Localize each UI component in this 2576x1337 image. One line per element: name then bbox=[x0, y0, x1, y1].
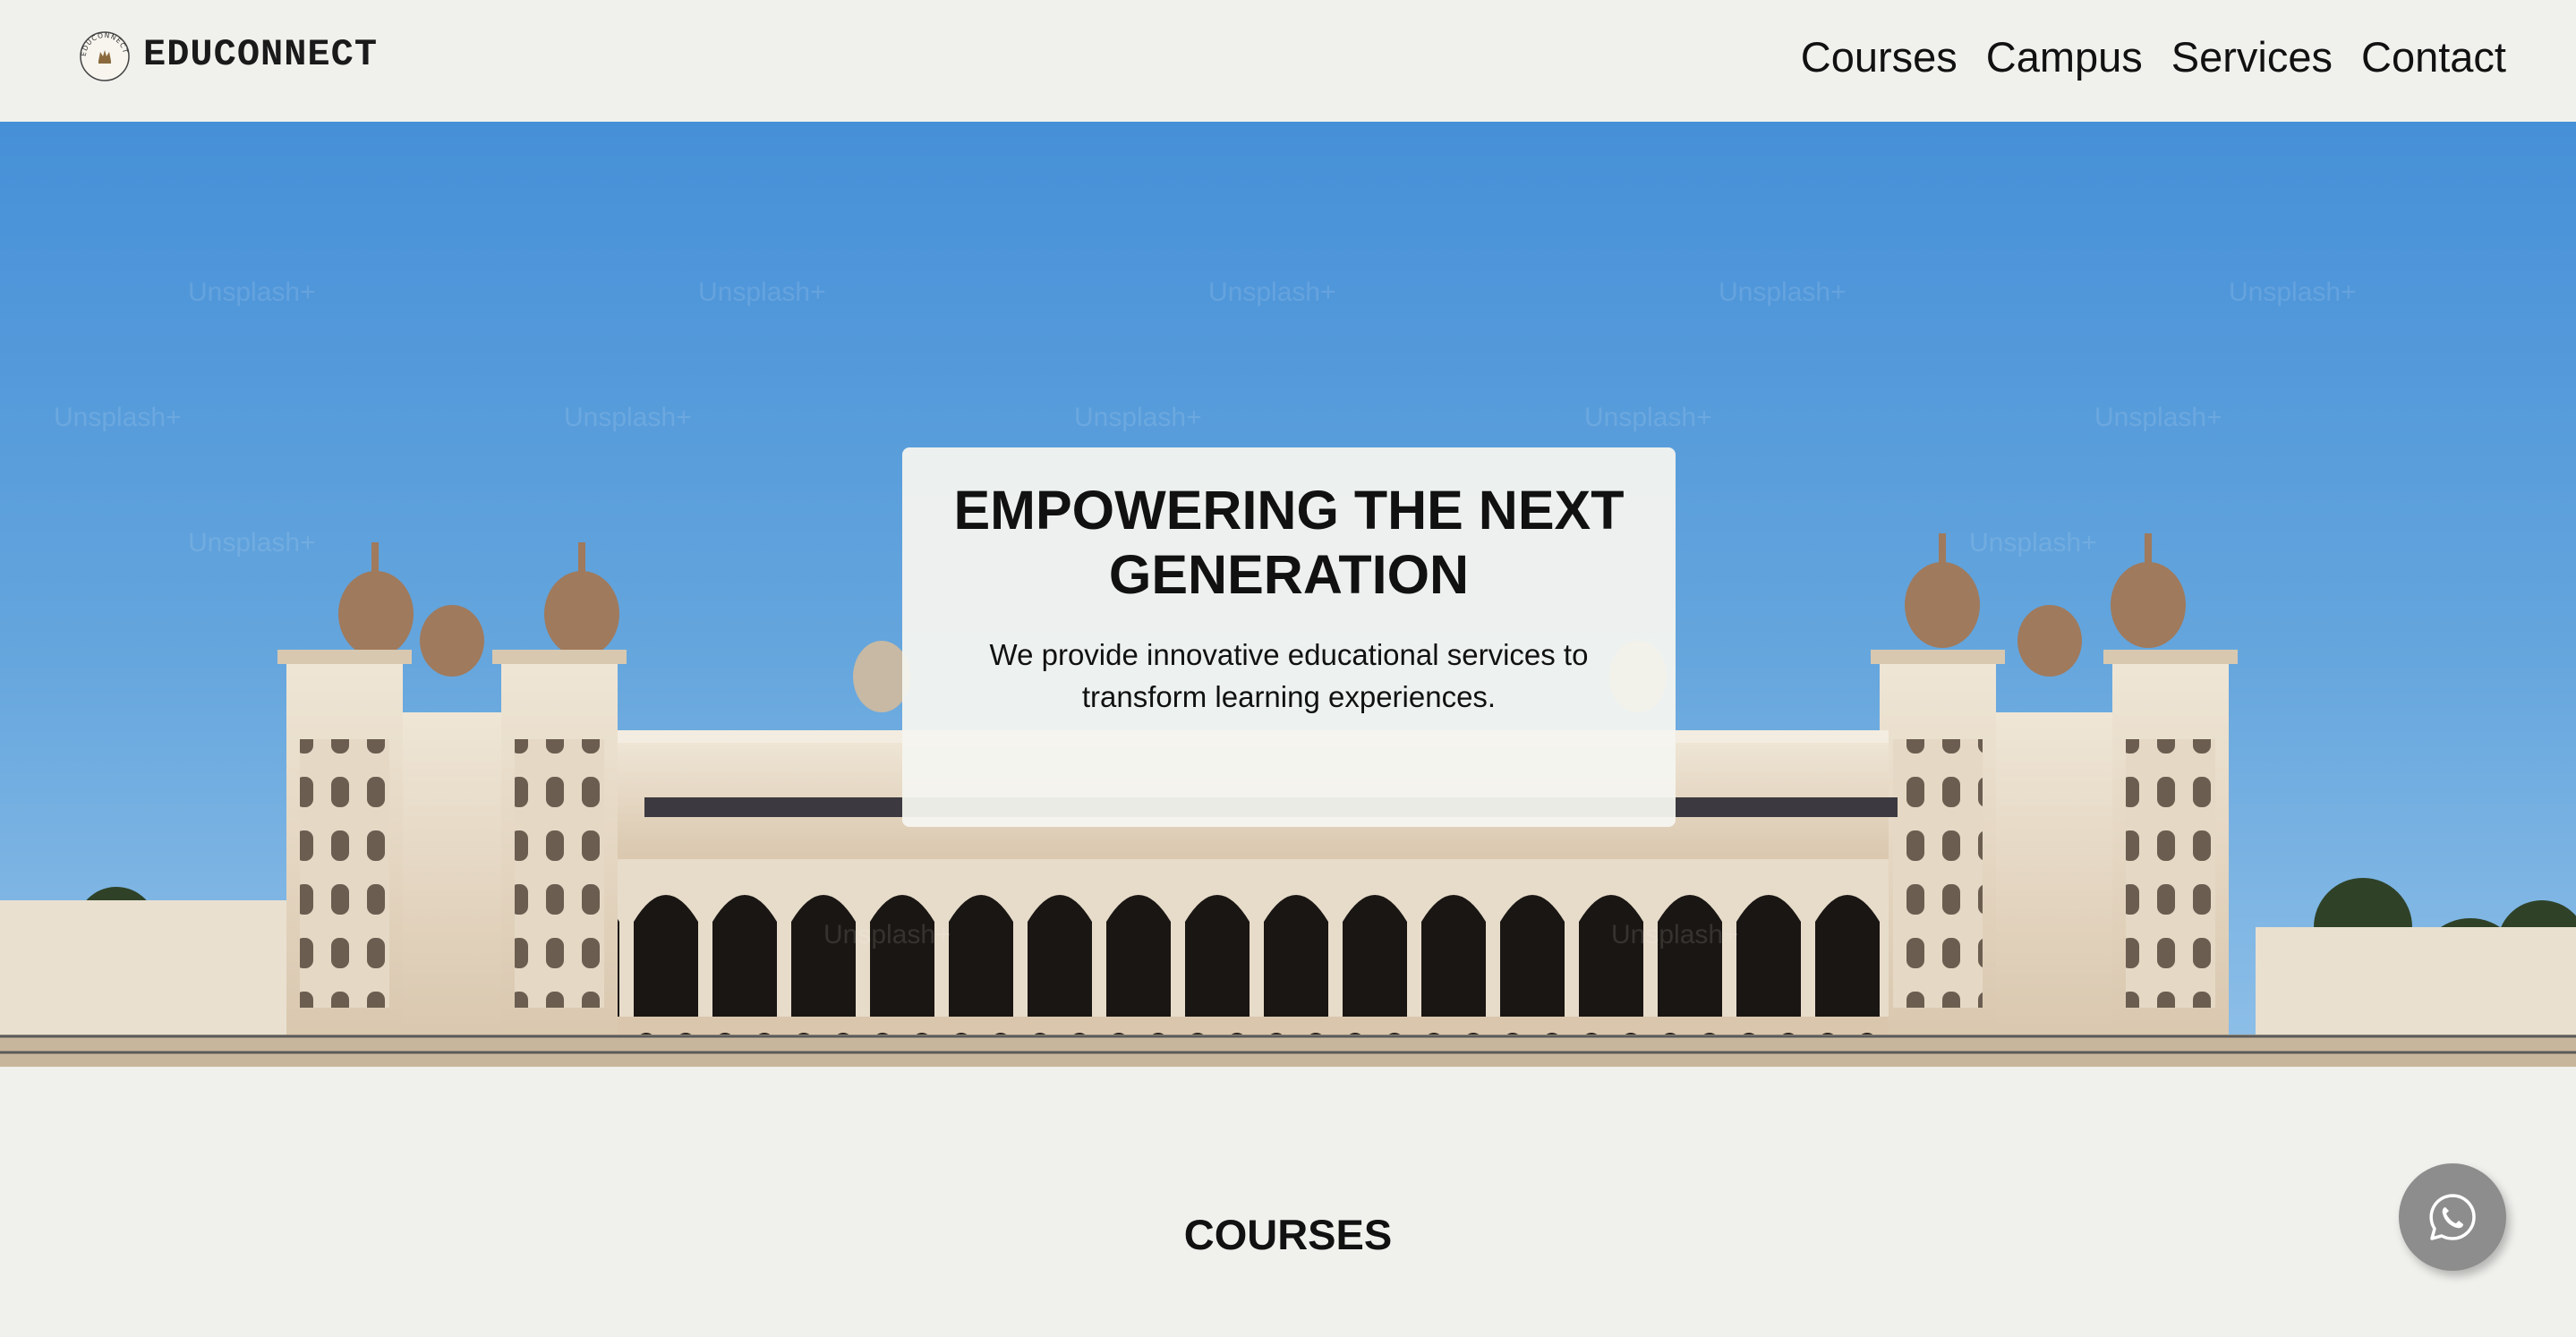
watermark-text: Unsplash+ bbox=[54, 403, 182, 432]
logo-wordmark[interactable]: EDUCONNECT bbox=[143, 32, 378, 77]
watermark-text: Unsplash+ bbox=[2094, 403, 2222, 432]
nav-campus[interactable]: Campus bbox=[1986, 29, 2143, 86]
hero-subtitle: We provide innovative educational servic… bbox=[989, 638, 1589, 713]
main-nav: Courses Campus Services Contact bbox=[1801, 29, 2506, 86]
watermark-text: Unsplash+ bbox=[564, 403, 692, 432]
site-header: EDUCONNECT EDUCONNECT Courses Campus Ser… bbox=[0, 0, 2576, 122]
watermark-text: Unsplash+ bbox=[188, 528, 316, 558]
watermark-text: Unsplash+ bbox=[1969, 528, 2097, 558]
hero-section: Unsplash+ Unsplash+ Unsplash+ Unsplash+ … bbox=[0, 122, 2576, 1067]
nav-courses[interactable]: Courses bbox=[1801, 29, 1958, 86]
watermark-text: Unsplash+ bbox=[188, 277, 316, 307]
watermark-text: Unsplash+ bbox=[2229, 277, 2357, 307]
courses-heading: COURSES bbox=[1183, 1211, 1393, 1258]
watermark-text: Unsplash+ bbox=[1074, 403, 1202, 432]
watermark-text: Unsplash+ bbox=[1719, 277, 1847, 307]
watermark-text: Unsplash+ bbox=[1611, 920, 1739, 950]
watermark-text: Unsplash+ bbox=[698, 277, 826, 307]
hero-card: EMPOWERING THE NEXT GENERATION We provid… bbox=[902, 447, 1676, 827]
whatsapp-button[interactable] bbox=[2399, 1163, 2506, 1271]
nav-services[interactable]: Services bbox=[2171, 29, 2333, 86]
whatsapp-icon bbox=[2429, 1194, 2476, 1240]
logo-emblem-icon[interactable]: EDUCONNECT bbox=[79, 30, 131, 82]
watermark-text: Unsplash+ bbox=[1584, 403, 1712, 432]
hero-title: EMPOWERING THE NEXT GENERATION bbox=[953, 480, 1625, 605]
watermark-text: Unsplash+ bbox=[1208, 277, 1336, 307]
watermark-text: Unsplash+ bbox=[823, 920, 951, 950]
nav-contact[interactable]: Contact bbox=[2361, 29, 2506, 86]
